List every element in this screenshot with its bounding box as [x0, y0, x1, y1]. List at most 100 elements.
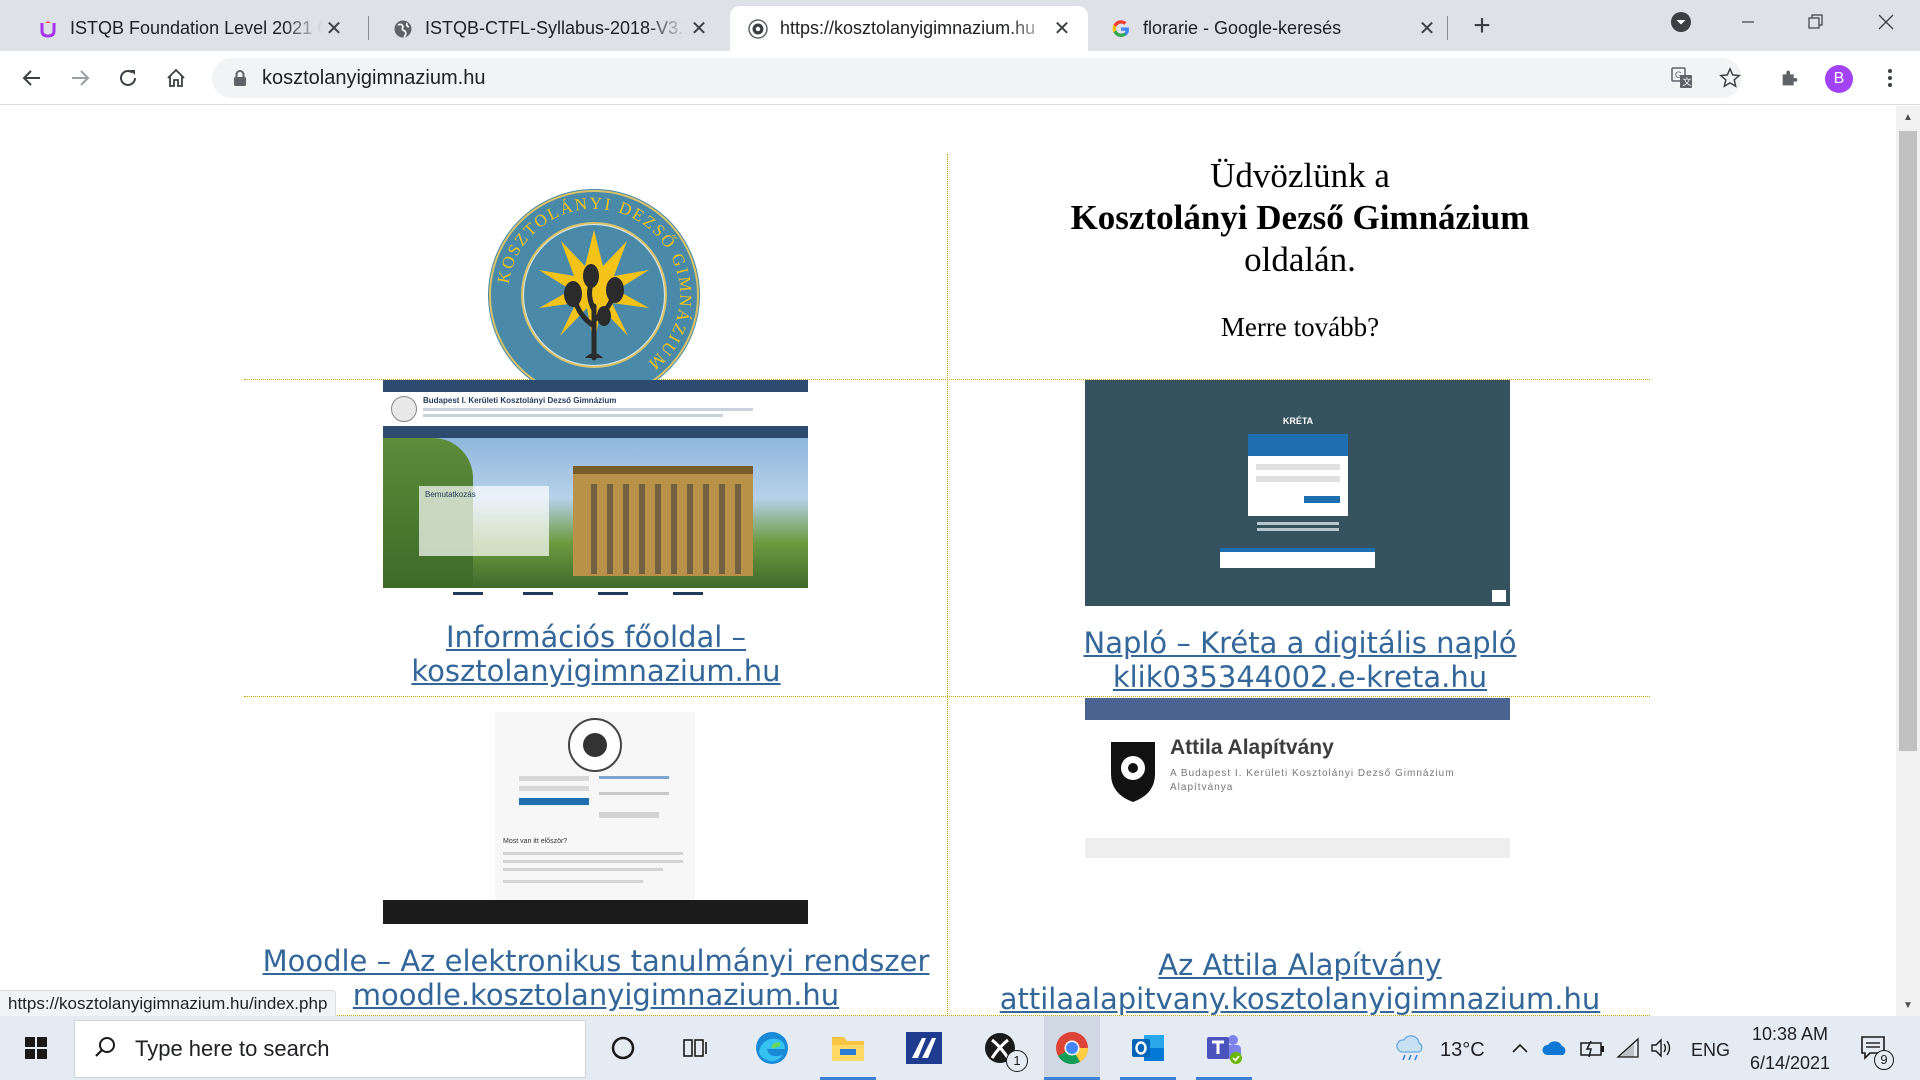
link-line-1[interactable]: Az Attila Alapítvány: [980, 948, 1620, 982]
scroll-down-arrow-icon[interactable]: ▼: [1900, 998, 1916, 1014]
app-launcher[interactable]: [896, 1016, 952, 1080]
search-placeholder[interactable]: Type here to search: [135, 1036, 329, 1062]
task-view-button[interactable]: [670, 1016, 722, 1080]
thumb-attila-emblem: [1107, 738, 1159, 804]
translate-button[interactable]: G文: [1664, 60, 1700, 96]
link-line-2[interactable]: kosztolanyigimnazium.hu: [346, 654, 846, 688]
globe-icon: [393, 19, 413, 39]
menu-button[interactable]: [1872, 60, 1908, 96]
reload-button[interactable]: [110, 60, 146, 96]
arrow-right-icon: [72, 70, 90, 86]
tab-divider: [1447, 16, 1448, 40]
link-line-1[interactable]: Napló – Kréta a digitális napló: [1000, 626, 1600, 660]
taskbar-search[interactable]: Type here to search: [74, 1020, 586, 1078]
volume-tray[interactable]: [1646, 1016, 1678, 1080]
star-icon: [1719, 67, 1741, 88]
link-line-1[interactable]: Információs főoldal –: [346, 620, 846, 654]
link-line-2[interactable]: moodle.kosztolanyigimnazium.hu: [246, 978, 946, 1012]
arrow-left-icon: [22, 70, 40, 86]
wifi-tray[interactable]: [1612, 1016, 1644, 1080]
thumb-moodle-footer: [383, 900, 808, 924]
thumb-kreta-brand: KRÉTA: [1282, 416, 1314, 426]
close-icon[interactable]: ✕: [322, 17, 346, 41]
back-button[interactable]: [14, 60, 50, 96]
new-tab-button[interactable]: +: [1466, 11, 1498, 43]
kreta-link[interactable]: Napló – Kréta a digitális napló klik0353…: [1000, 626, 1600, 694]
attila-thumbnail[interactable]: Attila Alapítvány A Budapest I. Kerületi…: [1085, 698, 1510, 858]
clock-time[interactable]: 10:38 AM: [1740, 1024, 1840, 1045]
tab-istqb-syllabus[interactable]: ISTQB-CTFL-Syllabus-2018-V3.1- ✕: [375, 6, 725, 51]
tab-title: florarie - Google-keresés: [1143, 18, 1342, 38]
thumb-menubar: [383, 426, 808, 438]
lock-icon[interactable]: [232, 68, 248, 88]
tab-google-search[interactable]: florarie - Google-keresés ✕: [1093, 6, 1453, 51]
thumb-school-photo: Bemutatkozás: [383, 438, 808, 588]
home-button[interactable]: [158, 60, 194, 96]
xbox-app[interactable]: 1: [972, 1016, 1028, 1080]
google-icon: [1111, 19, 1131, 39]
thumb-attila-subtitle-2: Alapítványa: [1170, 782, 1234, 793]
address-bar[interactable]: kosztolanyigimnazium.hu: [212, 58, 1742, 98]
start-button[interactable]: [12, 1016, 60, 1080]
scroll-up-arrow-icon[interactable]: ▲: [1900, 110, 1916, 126]
thumb-topbar: [383, 380, 808, 392]
tab-istqb-course[interactable]: ISTQB Foundation Level 2021 Co ✕: [20, 6, 360, 51]
tab-kosztolanyi[interactable]: https://kosztolanyigimnazium.hu ✕: [730, 6, 1088, 51]
battery-tray[interactable]: [1576, 1016, 1608, 1080]
column-divider: [947, 154, 948, 1016]
scrollbar-thumb[interactable]: [1899, 131, 1917, 751]
file-explorer-app[interactable]: [820, 1016, 876, 1080]
weather-temp[interactable]: 13°C: [1440, 1039, 1485, 1062]
close-icon[interactable]: ✕: [1415, 17, 1439, 41]
address-url[interactable]: kosztolanyigimnazium.hu: [262, 67, 485, 90]
input-language[interactable]: ENG: [1691, 1040, 1730, 1061]
clock-date[interactable]: 6/14/2021: [1740, 1053, 1840, 1074]
moodle-thumbnail[interactable]: Most van itt először?: [383, 712, 808, 924]
school-name: Kosztolányi Dezső Gimnázium: [1070, 198, 1530, 237]
notification-badge: 9: [1874, 1050, 1894, 1070]
close-icon[interactable]: ✕: [687, 17, 711, 41]
udemy-icon: [38, 19, 58, 39]
extensions-button[interactable]: [1772, 60, 1808, 96]
close-window-button[interactable]: [1866, 6, 1906, 38]
school-crest-icon: [748, 18, 768, 39]
wifi-icon: [1616, 1037, 1639, 1058]
outlook-app[interactable]: [1120, 1016, 1176, 1080]
link-line-1[interactable]: Moodle – Az elektronikus tanulmányi rend…: [246, 944, 946, 978]
weather-widget[interactable]: [1390, 1016, 1430, 1080]
cortana-button[interactable]: [597, 1016, 649, 1080]
info-site-thumbnail[interactable]: Budapest I. Kerületi Kosztolányi Dezső G…: [383, 380, 808, 604]
tab-search-button[interactable]: [1661, 6, 1701, 38]
translate-icon: G文: [1671, 67, 1692, 88]
chrome-app[interactable]: [1044, 1016, 1100, 1080]
link-line-2[interactable]: attilaalapitvany.kosztolanyigimnazium.hu: [980, 982, 1620, 1016]
tray-overflow-button[interactable]: [1505, 1016, 1535, 1080]
kebab-menu-icon: [1888, 69, 1892, 87]
thumb-moodle-logo: [568, 718, 622, 772]
minimize-button[interactable]: [1728, 6, 1768, 38]
profile-avatar[interactable]: B: [1825, 65, 1853, 93]
tab-title: ISTQB-CTFL-Syllabus-2018-V3.1-: [425, 18, 687, 38]
kreta-thumbnail[interactable]: KRÉTA: [1085, 380, 1510, 606]
edge-app[interactable]: [744, 1016, 800, 1080]
link-line-2[interactable]: klik035344002.e-kreta.hu: [1000, 660, 1600, 694]
thumb-caption: Bemutatkozás: [425, 490, 476, 499]
cloud-icon: [1542, 1041, 1566, 1055]
moodle-link[interactable]: Moodle – Az elektronikus tanulmányi rend…: [246, 944, 946, 1012]
info-site-link[interactable]: Információs főoldal – kosztolanyigimnazi…: [346, 620, 846, 688]
thumb-attila-title: Attila Alapítvány: [1170, 736, 1334, 759]
svg-text:文: 文: [1683, 76, 1692, 87]
forward-button[interactable]: [62, 60, 98, 96]
restore-icon: [1808, 14, 1823, 29]
task-view-icon: [683, 1039, 707, 1057]
restore-button[interactable]: [1796, 6, 1836, 38]
notification-center-button[interactable]: 9: [1852, 1016, 1896, 1080]
teams-app[interactable]: [1196, 1016, 1252, 1080]
edge-icon: [756, 1032, 788, 1064]
xbox-badge: 1: [1006, 1050, 1028, 1072]
close-icon[interactable]: ✕: [1050, 17, 1074, 41]
onedrive-tray[interactable]: [1538, 1016, 1572, 1080]
attila-link[interactable]: Az Attila Alapítvány attilaalapitvany.ko…: [980, 948, 1620, 1016]
bookmark-button[interactable]: [1712, 60, 1748, 96]
search-icon: [93, 1035, 117, 1064]
